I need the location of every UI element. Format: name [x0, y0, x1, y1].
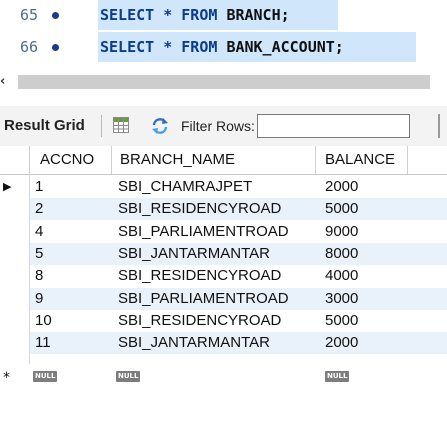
- table-row[interactable]: ▶ 1 SBI_CHAMRAJPET 2000: [0, 176, 447, 198]
- table-row[interactable]: 4 SBI_PARLIAMENTROAD 9000: [0, 221, 447, 243]
- null-badge: NULL: [325, 371, 350, 382]
- table-row[interactable]: 5 SBI_JANTARMANTAR 8000: [0, 242, 447, 265]
- grid-layout-icon[interactable]: [113, 117, 129, 133]
- cell-balance[interactable]: 2000: [325, 176, 358, 198]
- cell-accno[interactable]: 11: [35, 332, 51, 354]
- cell-branch-name[interactable]: SBI_RESIDENCYROAD: [118, 310, 281, 332]
- cell-accno[interactable]: 10: [35, 310, 52, 332]
- grid-header-row: ACCNO BRANCH_NAME BALANCE: [0, 146, 447, 175]
- table-row[interactable]: 11 SBI_JANTARMANTAR 2000: [0, 332, 447, 355]
- result-grid[interactable]: ACCNO BRANCH_NAME BALANCE ▶ 1 SBI_CHAMRAJP…: [0, 146, 447, 426]
- code-text[interactable]: SELECT * FROM BRANCH;: [98, 0, 338, 30]
- cell-accno[interactable]: 1: [35, 176, 43, 198]
- cell-branch-name[interactable]: SBI_PARLIAMENTROAD: [118, 221, 289, 243]
- filter-rows-input[interactable]: [257, 114, 410, 138]
- new-row[interactable]: * NULL NULL NULL: [0, 369, 447, 391]
- column-header-accno[interactable]: ACCNO: [30, 146, 112, 174]
- new-row-marker: *: [3, 370, 10, 386]
- row-header-corner: [0, 146, 30, 174]
- cell-balance[interactable]: NULL: [325, 369, 350, 391]
- scroll-left-icon[interactable]: ‹: [0, 74, 5, 89]
- cell-accno[interactable]: 5: [35, 243, 43, 265]
- result-toolbar: Result Grid Filter Rows:: [0, 106, 447, 147]
- statement-marker-icon: [52, 44, 59, 51]
- statement-marker-icon: [52, 12, 59, 19]
- cell-balance[interactable]: 9000: [325, 221, 358, 243]
- cell-branch-name[interactable]: SBI_JANTARMANTAR: [118, 332, 270, 354]
- line-number: 66: [20, 38, 39, 56]
- cell-balance[interactable]: 4000: [325, 265, 358, 287]
- cell-balance[interactable]: 8000: [325, 243, 358, 265]
- cell-branch-name[interactable]: SBI_RESIDENCYROAD: [118, 265, 281, 287]
- null-badge: NULL: [116, 371, 141, 382]
- refresh-icon[interactable]: [150, 116, 170, 136]
- editor-line[interactable]: 66 SELECT * FROM BANK_ACCOUNT;: [0, 32, 447, 62]
- cell-accno[interactable]: 2: [35, 198, 43, 220]
- cell-accno[interactable]: 4: [35, 221, 43, 243]
- toolbar-separator: [438, 114, 440, 138]
- cell-branch-name[interactable]: NULL: [116, 369, 141, 391]
- current-row-marker-icon: ▶: [3, 180, 12, 193]
- table-row[interactable]: 10 SBI_RESIDENCYROAD 5000: [0, 310, 447, 332]
- cell-branch-name[interactable]: SBI_CHAMRAJPET: [118, 176, 252, 198]
- table-row[interactable]: 9 SBI_PARLIAMENTROAD 3000: [0, 287, 447, 310]
- column-header-branch-name[interactable]: BRANCH_NAME: [112, 146, 316, 174]
- result-grid-tab[interactable]: Result Grid: [4, 117, 85, 134]
- null-badge: NULL: [33, 371, 58, 382]
- cell-balance[interactable]: 5000: [325, 310, 358, 332]
- sql-keyword: SELECT * FROM: [100, 38, 227, 56]
- cell-accno[interactable]: NULL: [33, 369, 58, 391]
- toolbar-separator: [101, 115, 102, 137]
- cell-balance[interactable]: 5000: [325, 198, 358, 220]
- sql-identifier: BRANCH;: [226, 6, 290, 24]
- divider: [0, 92, 447, 106]
- cell-branch-name[interactable]: SBI_PARLIAMENTROAD: [118, 288, 289, 310]
- cell-balance[interactable]: 2000: [325, 332, 358, 354]
- filter-rows-label: Filter Rows:: [181, 118, 255, 134]
- cell-branch-name[interactable]: SBI_JANTARMANTAR: [118, 243, 270, 265]
- table-row[interactable]: 8 SBI_RESIDENCYROAD 4000: [0, 265, 447, 287]
- column-header-balance[interactable]: BALANCE: [316, 146, 408, 174]
- editor-line[interactable]: 65 SELECT * FROM BRANCH;: [0, 0, 447, 30]
- editor-horizontal-scrollbar[interactable]: ‹: [0, 72, 447, 92]
- sql-keyword: SELECT * FROM: [100, 6, 227, 24]
- line-number: 65: [20, 6, 39, 24]
- cell-accno[interactable]: 9: [35, 288, 43, 310]
- cell-branch-name[interactable]: SBI_RESIDENCYROAD: [118, 198, 281, 220]
- code-text[interactable]: SELECT * FROM BANK_ACCOUNT;: [98, 32, 416, 62]
- cell-balance[interactable]: 3000: [325, 288, 358, 310]
- table-row[interactable]: 2 SBI_RESIDENCYROAD 5000: [0, 198, 447, 221]
- sql-identifier: BANK_ACCOUNT;: [226, 38, 344, 56]
- scrollbar-thumb[interactable]: [18, 75, 430, 89]
- cell-accno[interactable]: 8: [35, 265, 43, 287]
- sql-editor[interactable]: 65 SELECT * FROM BRANCH; 66 SELECT * FRO…: [0, 0, 447, 72]
